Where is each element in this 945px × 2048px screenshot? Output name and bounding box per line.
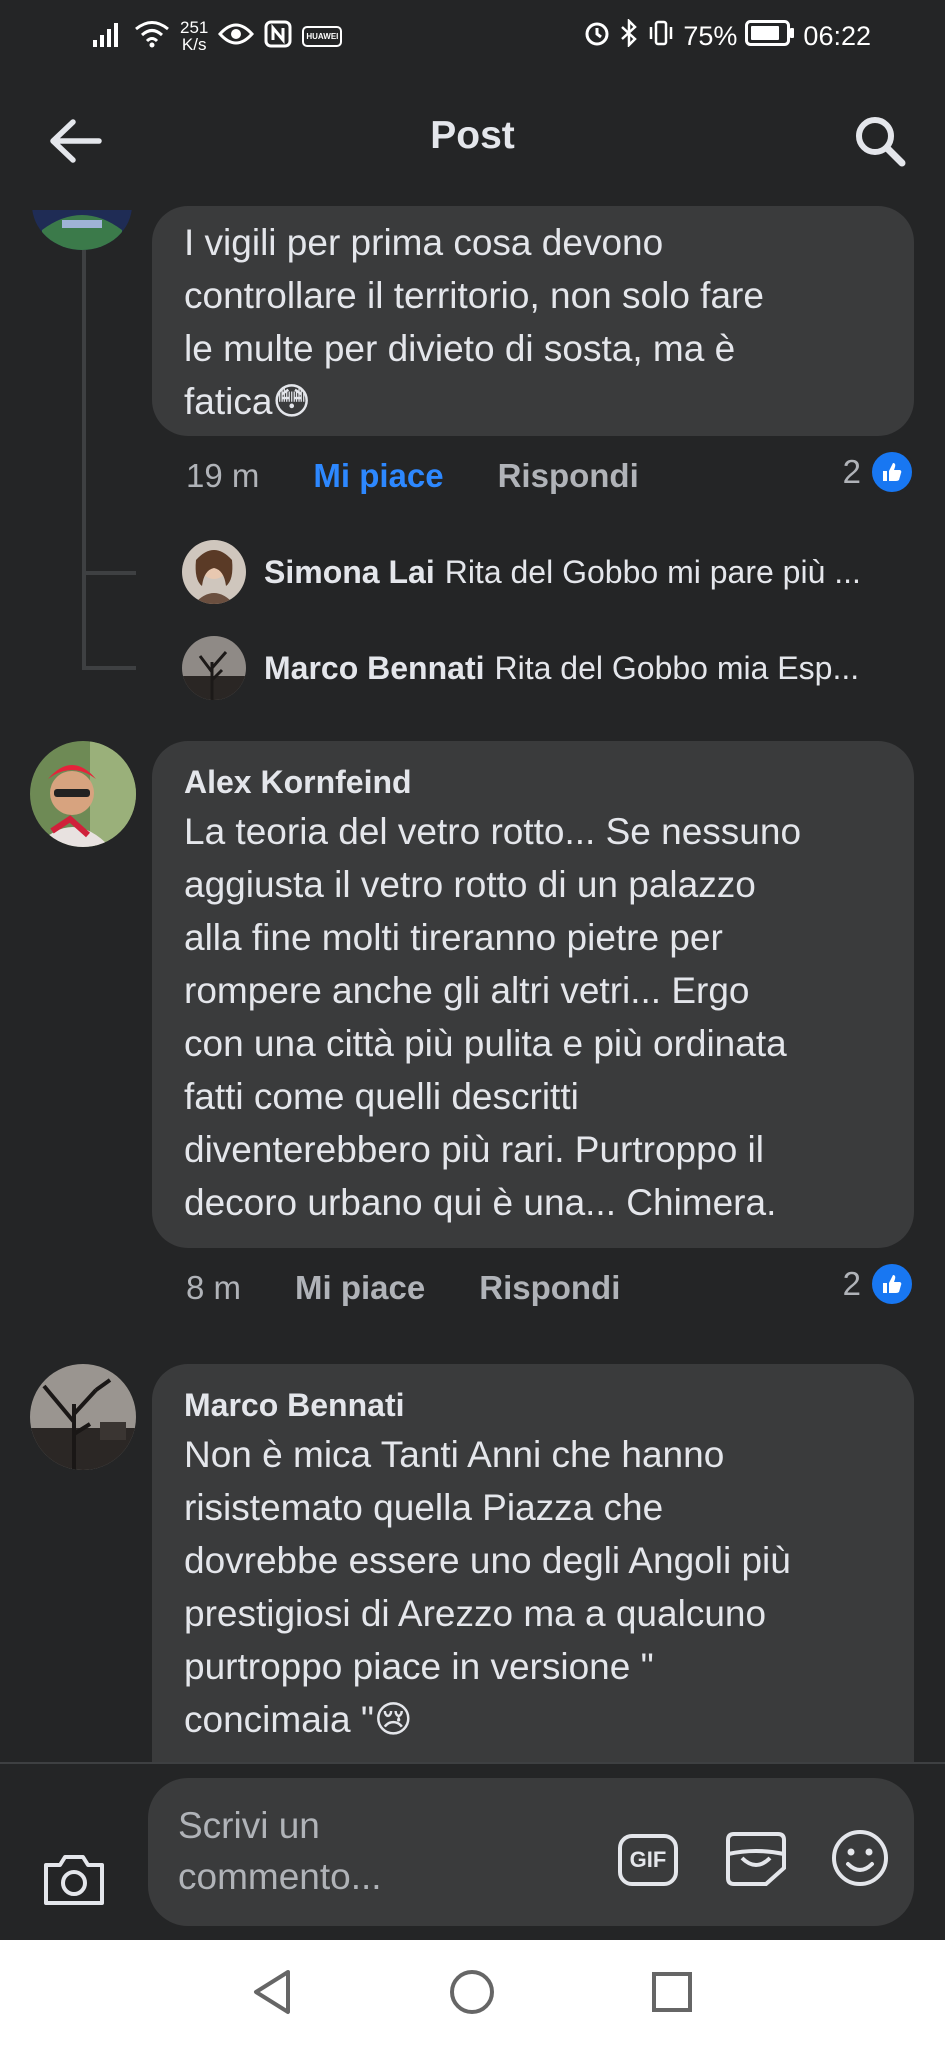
emoji-button[interactable]: [828, 1828, 892, 1892]
avatar[interactable]: [182, 636, 246, 700]
like-count: 2: [842, 453, 861, 490]
thread-branch: [82, 571, 136, 575]
top-bar: Post: [0, 72, 945, 208]
camera-button[interactable]: [36, 1846, 112, 1916]
reply-preview[interactable]: Marco Bennati Rita del Gobbo mia Esp...: [182, 635, 859, 701]
page-title: Post: [430, 114, 515, 157]
eye-icon: [218, 22, 255, 51]
reaction-count[interactable]: 2: [843, 442, 915, 502]
signal-icon: [92, 20, 124, 53]
nav-recents-button[interactable]: [644, 1966, 700, 2022]
nav-back-icon: [250, 1968, 294, 2021]
emoji-icon: [830, 1828, 890, 1893]
system-nav-bar: [0, 1940, 945, 2048]
comment-time: 8 m: [186, 1269, 242, 1306]
avatar[interactable]: [30, 1364, 136, 1470]
reply-button[interactable]: Rispondi: [479, 1269, 620, 1307]
carrier-chip: HUAWEI: [302, 25, 343, 47]
net-speed: 251 K/s: [180, 19, 208, 53]
comment-author[interactable]: Marco Bennati: [184, 1386, 882, 1424]
reply-preview[interactable]: Simona Lai Rita del Gobbo mi pare più ...: [182, 539, 861, 605]
reaction-count[interactable]: 2: [843, 1254, 915, 1314]
like-button[interactable]: Mi piace: [295, 1269, 425, 1307]
comment-time: 19 m: [186, 457, 260, 494]
like-button[interactable]: Mi piace: [313, 457, 443, 495]
thumbs-up-icon: [869, 449, 915, 495]
gif-icon: GIF: [618, 1834, 678, 1886]
avatar[interactable]: [182, 540, 246, 604]
nav-back-button[interactable]: [244, 1966, 300, 2022]
battery-icon: [745, 19, 795, 53]
sticker-button[interactable]: [724, 1828, 788, 1892]
avatar[interactable]: [30, 741, 136, 847]
reply-button[interactable]: Rispondi: [498, 457, 639, 495]
reply-text: Rita del Gobbo mi pare più ...: [444, 553, 861, 590]
comment-input[interactable]: Scrivi un commento... GIF: [148, 1778, 914, 1926]
comment-text: Non è mica Tanti Anni che hanno risistem…: [184, 1434, 791, 1740]
reply-author[interactable]: Marco Bennati: [264, 650, 484, 686]
thread-line: [82, 250, 86, 670]
status-bar: 251 K/s HUAWEI 75% 06:22: [0, 0, 945, 72]
nav-recents-icon: [650, 1970, 694, 2019]
wifi-icon: [134, 20, 170, 53]
thread-branch: [82, 666, 136, 670]
sticker-icon: [724, 1828, 788, 1893]
comment-input-placeholder: Scrivi un commento...: [178, 1805, 382, 1897]
comment-actions: 8 m Mi piace Rispondi: [186, 1258, 620, 1318]
bluetooth-icon: [619, 17, 639, 54]
reply-text: Rita del Gobbo mia Esp...: [494, 649, 860, 686]
alarm-icon: [583, 19, 611, 54]
nav-home-button[interactable]: [444, 1966, 500, 2022]
clock: 06:22: [803, 20, 871, 51]
search-button[interactable]: [845, 108, 915, 178]
comment-composer: Scrivi un commento... GIF: [0, 1764, 945, 1940]
comment-bubble: I vigili per prima cosa devono controlla…: [152, 206, 914, 436]
like-count: 2: [842, 1265, 861, 1302]
net-speed-unit: K/s: [181, 35, 207, 54]
reply-author[interactable]: Simona Lai: [264, 554, 435, 590]
comment-bubble: Marco Bennati Non è mica Tanti Anni che …: [152, 1364, 914, 1762]
comment-actions: 19 m Mi piace Rispondi: [186, 446, 639, 506]
gif-button[interactable]: GIF: [616, 1828, 680, 1892]
comment-text: I vigili per prima cosa devono controlla…: [184, 222, 764, 422]
comment-text: La teoria del vetro rotto... Se nessuno …: [184, 811, 802, 1223]
battery-percent: 75%: [683, 20, 738, 51]
comment-bubble: Alex Kornfeind La teoria del vetro rotto…: [152, 741, 914, 1248]
camera-icon: [42, 1851, 106, 1912]
nfc-icon: [264, 20, 292, 53]
nav-home-icon: [448, 1968, 496, 2021]
gif-label: GIF: [629, 1847, 667, 1872]
comment-author[interactable]: Alex Kornfeind: [184, 763, 882, 801]
search-icon: [852, 113, 908, 174]
thumbs-up-icon: [869, 1261, 915, 1307]
vibrate-icon: [647, 19, 675, 54]
